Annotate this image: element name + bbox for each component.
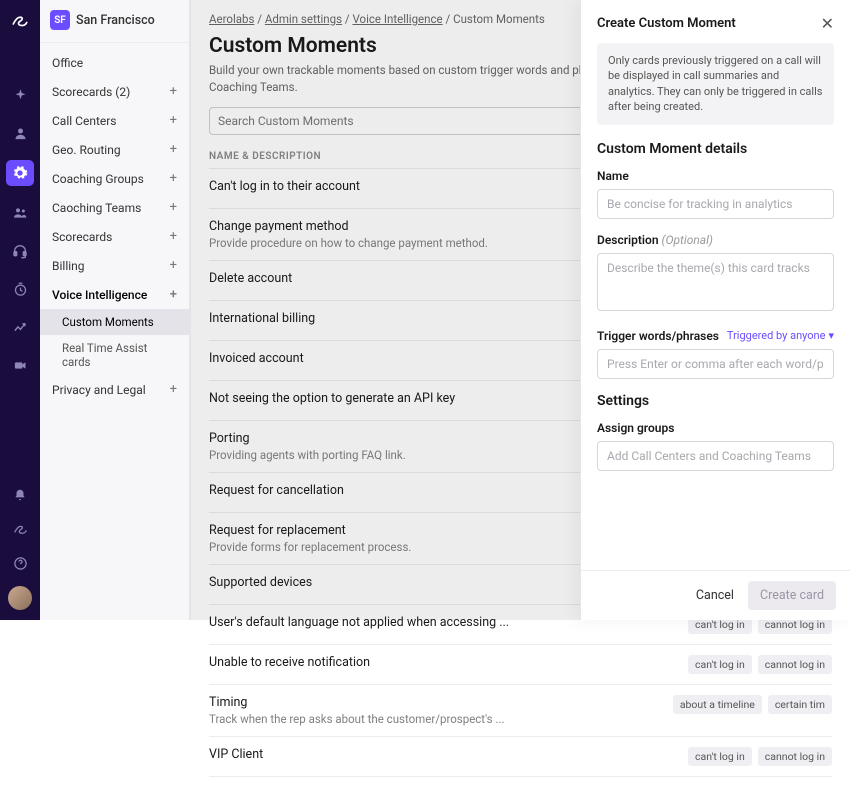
sidebar-item-label: Call Centers bbox=[52, 114, 117, 128]
name-input[interactable] bbox=[597, 189, 834, 219]
sidebar-item[interactable]: Office bbox=[40, 49, 189, 77]
sidebar-subitem[interactable]: Custom Moments bbox=[40, 309, 189, 335]
sidebar-item[interactable]: Voice Intelligence + bbox=[40, 280, 189, 309]
plus-icon: + bbox=[170, 113, 177, 128]
section-details: Custom Moment details bbox=[597, 141, 834, 157]
main-pane: Aerolabs / Admin settings / Voice Intell… bbox=[190, 0, 850, 620]
close-icon[interactable]: ✕ bbox=[821, 14, 834, 33]
row-tags: can't log in cannot log in bbox=[688, 655, 832, 674]
description-label: Description (Optional) bbox=[597, 233, 834, 247]
sidebar-item[interactable]: Privacy and Legal + bbox=[40, 375, 189, 404]
headset-icon[interactable] bbox=[9, 240, 31, 262]
assign-label: Assign groups bbox=[597, 421, 834, 435]
plus-icon: + bbox=[170, 258, 177, 273]
chat-icon[interactable] bbox=[9, 518, 31, 540]
row-name: Unable to receive notification bbox=[209, 655, 676, 670]
sidebar-item[interactable]: Call Centers + bbox=[40, 106, 189, 135]
trend-icon[interactable] bbox=[9, 316, 31, 338]
sidebar-item[interactable]: Scorecards + bbox=[40, 222, 189, 251]
tag: can't log in bbox=[688, 747, 752, 766]
cancel-button[interactable]: Cancel bbox=[696, 588, 734, 603]
sidebar-item[interactable]: Caoching Teams + bbox=[40, 193, 189, 222]
create-moment-drawer: Create Custom Moment ✕ Only cards previo… bbox=[580, 0, 850, 620]
bell-icon[interactable] bbox=[9, 484, 31, 506]
triggered-by-dropdown[interactable]: Triggered by anyone ▾ bbox=[727, 329, 834, 342]
drawer-title: Create Custom Moment bbox=[597, 16, 736, 31]
sidebar-item-label: Office bbox=[52, 56, 83, 70]
crumb-aerolabs[interactable]: Aerolabs bbox=[209, 12, 254, 26]
row-tags: can't log in cannot log in bbox=[688, 747, 832, 766]
sidebar-subitem[interactable]: Real Time Assist cards bbox=[40, 335, 189, 375]
trigger-label: Trigger words/phrases bbox=[597, 329, 719, 343]
plus-icon: + bbox=[170, 287, 177, 302]
search-field[interactable] bbox=[218, 114, 635, 128]
sidebar-item-label: Billing bbox=[52, 259, 85, 273]
org-switcher[interactable]: SF San Francisco bbox=[40, 0, 189, 43]
nav-rail bbox=[0, 0, 40, 620]
tag: cannot log in bbox=[758, 747, 832, 766]
sidebar-item[interactable]: Scorecards (2) + bbox=[40, 77, 189, 106]
table-row[interactable]: VIP Client can't log in cannot log in bbox=[209, 737, 832, 777]
group-icon[interactable] bbox=[9, 202, 31, 224]
camera-icon[interactable] bbox=[9, 354, 31, 376]
sidebar-item-label: Privacy and Legal bbox=[52, 383, 146, 397]
settings-sidebar: SF San Francisco OfficeScorecards (2)+Ca… bbox=[40, 0, 190, 620]
sparkle-icon[interactable] bbox=[9, 84, 31, 106]
avatar[interactable] bbox=[8, 586, 32, 610]
tag: certain tim bbox=[768, 695, 832, 714]
plus-icon: + bbox=[170, 229, 177, 244]
org-name: San Francisco bbox=[76, 13, 155, 28]
tag: about a timeline bbox=[673, 695, 762, 714]
sidebar-item-label: Geo. Routing bbox=[52, 143, 121, 157]
sidebar-item[interactable]: Geo. Routing + bbox=[40, 135, 189, 164]
tag: cannot log in bbox=[758, 655, 832, 674]
chevron-down-icon: ▾ bbox=[828, 329, 834, 342]
sidebar-item[interactable]: Billing + bbox=[40, 251, 189, 280]
drawer-note: Only cards previously triggered on a cal… bbox=[597, 43, 834, 125]
crumb-vi[interactable]: Voice Intelligence bbox=[352, 12, 442, 26]
tag: can't log in bbox=[688, 655, 752, 674]
plus-icon: + bbox=[170, 142, 177, 157]
row-tags: about a timeline certain tim bbox=[673, 695, 832, 714]
gear-icon[interactable] bbox=[6, 160, 34, 186]
create-card-button[interactable]: Create card bbox=[748, 581, 836, 610]
sidebar-item-label: Voice Intelligence bbox=[52, 288, 147, 302]
assign-input[interactable] bbox=[597, 441, 834, 471]
plus-icon: + bbox=[170, 382, 177, 397]
row-desc: Track when the rep asks about the custom… bbox=[209, 712, 661, 726]
sidebar-item-label: Scorecards bbox=[52, 230, 112, 244]
trigger-input[interactable] bbox=[597, 349, 834, 379]
sidebar-item-label: Coaching Groups bbox=[52, 172, 144, 186]
user-icon[interactable] bbox=[9, 122, 31, 144]
crumb-current: Custom Moments bbox=[453, 12, 545, 26]
row-name: VIP Client bbox=[209, 747, 676, 762]
plus-icon: + bbox=[170, 200, 177, 215]
plus-icon: + bbox=[170, 171, 177, 186]
org-badge: SF bbox=[50, 10, 70, 30]
table-row[interactable]: Unable to receive notification can't log … bbox=[209, 645, 832, 685]
plus-icon: + bbox=[170, 84, 177, 99]
section-settings: Settings bbox=[597, 393, 834, 409]
help-icon[interactable] bbox=[9, 552, 31, 574]
crumb-admin[interactable]: Admin settings bbox=[265, 12, 342, 26]
sidebar-item[interactable]: Coaching Groups + bbox=[40, 164, 189, 193]
name-label: Name bbox=[597, 169, 834, 183]
description-input[interactable] bbox=[597, 253, 834, 311]
sidebar-item-label: Caoching Teams bbox=[52, 201, 141, 215]
table-row[interactable]: Timing Track when the rep asks about the … bbox=[209, 685, 832, 737]
clock-icon[interactable] bbox=[9, 278, 31, 300]
row-name: Timing bbox=[209, 695, 661, 710]
sidebar-item-label: Scorecards (2) bbox=[52, 85, 130, 99]
brand-logo bbox=[9, 10, 31, 32]
